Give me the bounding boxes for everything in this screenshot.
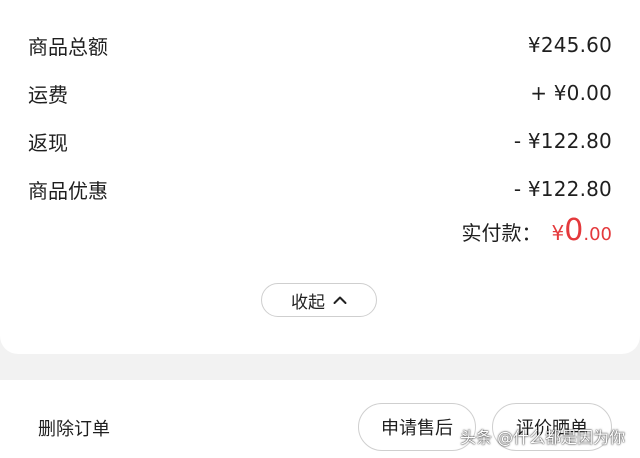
- summary-row-label: 商品总额: [28, 34, 108, 59]
- summary-row-total: 商品总额 ¥245.60: [28, 30, 612, 60]
- collapse-label: 收起: [291, 292, 325, 313]
- amount-paid-decimal: .00: [583, 224, 612, 245]
- after-sales-button[interactable]: 申请售后: [358, 403, 476, 451]
- collapse-button[interactable]: 收起: [261, 283, 377, 317]
- review-label: 评价晒单: [516, 418, 588, 439]
- summary-row-label: 返现: [28, 130, 68, 155]
- summary-row-cashback: 返现 - ¥122.80: [28, 126, 612, 156]
- amount-paid-currency: ¥: [551, 221, 565, 245]
- summary-row-shipping: 运费 + ¥0.00: [28, 78, 612, 108]
- summary-row-value: + ¥0.00: [530, 81, 612, 105]
- summary-row-value: ¥245.60: [527, 33, 612, 57]
- amount-paid-label: 实付款：: [461, 221, 542, 245]
- amount-paid: 实付款： ¥ 0 .00: [462, 216, 612, 252]
- after-sales-label: 申请售后: [381, 418, 453, 439]
- order-action-bar: 删除订单 申请售后 评价晒单: [0, 380, 640, 458]
- chevron-up-icon: [333, 296, 347, 304]
- order-summary-card: 商品总额 ¥245.60 运费 + ¥0.00 返现 - ¥122.80 商品优…: [0, 0, 640, 354]
- summary-row-value: - ¥122.80: [513, 177, 612, 201]
- amount-paid-integer: 0: [564, 213, 584, 248]
- summary-row-value: - ¥122.80: [513, 129, 612, 153]
- review-button[interactable]: 评价晒单: [492, 403, 612, 451]
- summary-row-discount: 商品优惠 - ¥122.80: [28, 174, 612, 204]
- summary-row-label: 商品优惠: [28, 178, 108, 203]
- delete-order-button[interactable]: 删除订单: [38, 415, 110, 441]
- summary-row-label: 运费: [28, 82, 68, 107]
